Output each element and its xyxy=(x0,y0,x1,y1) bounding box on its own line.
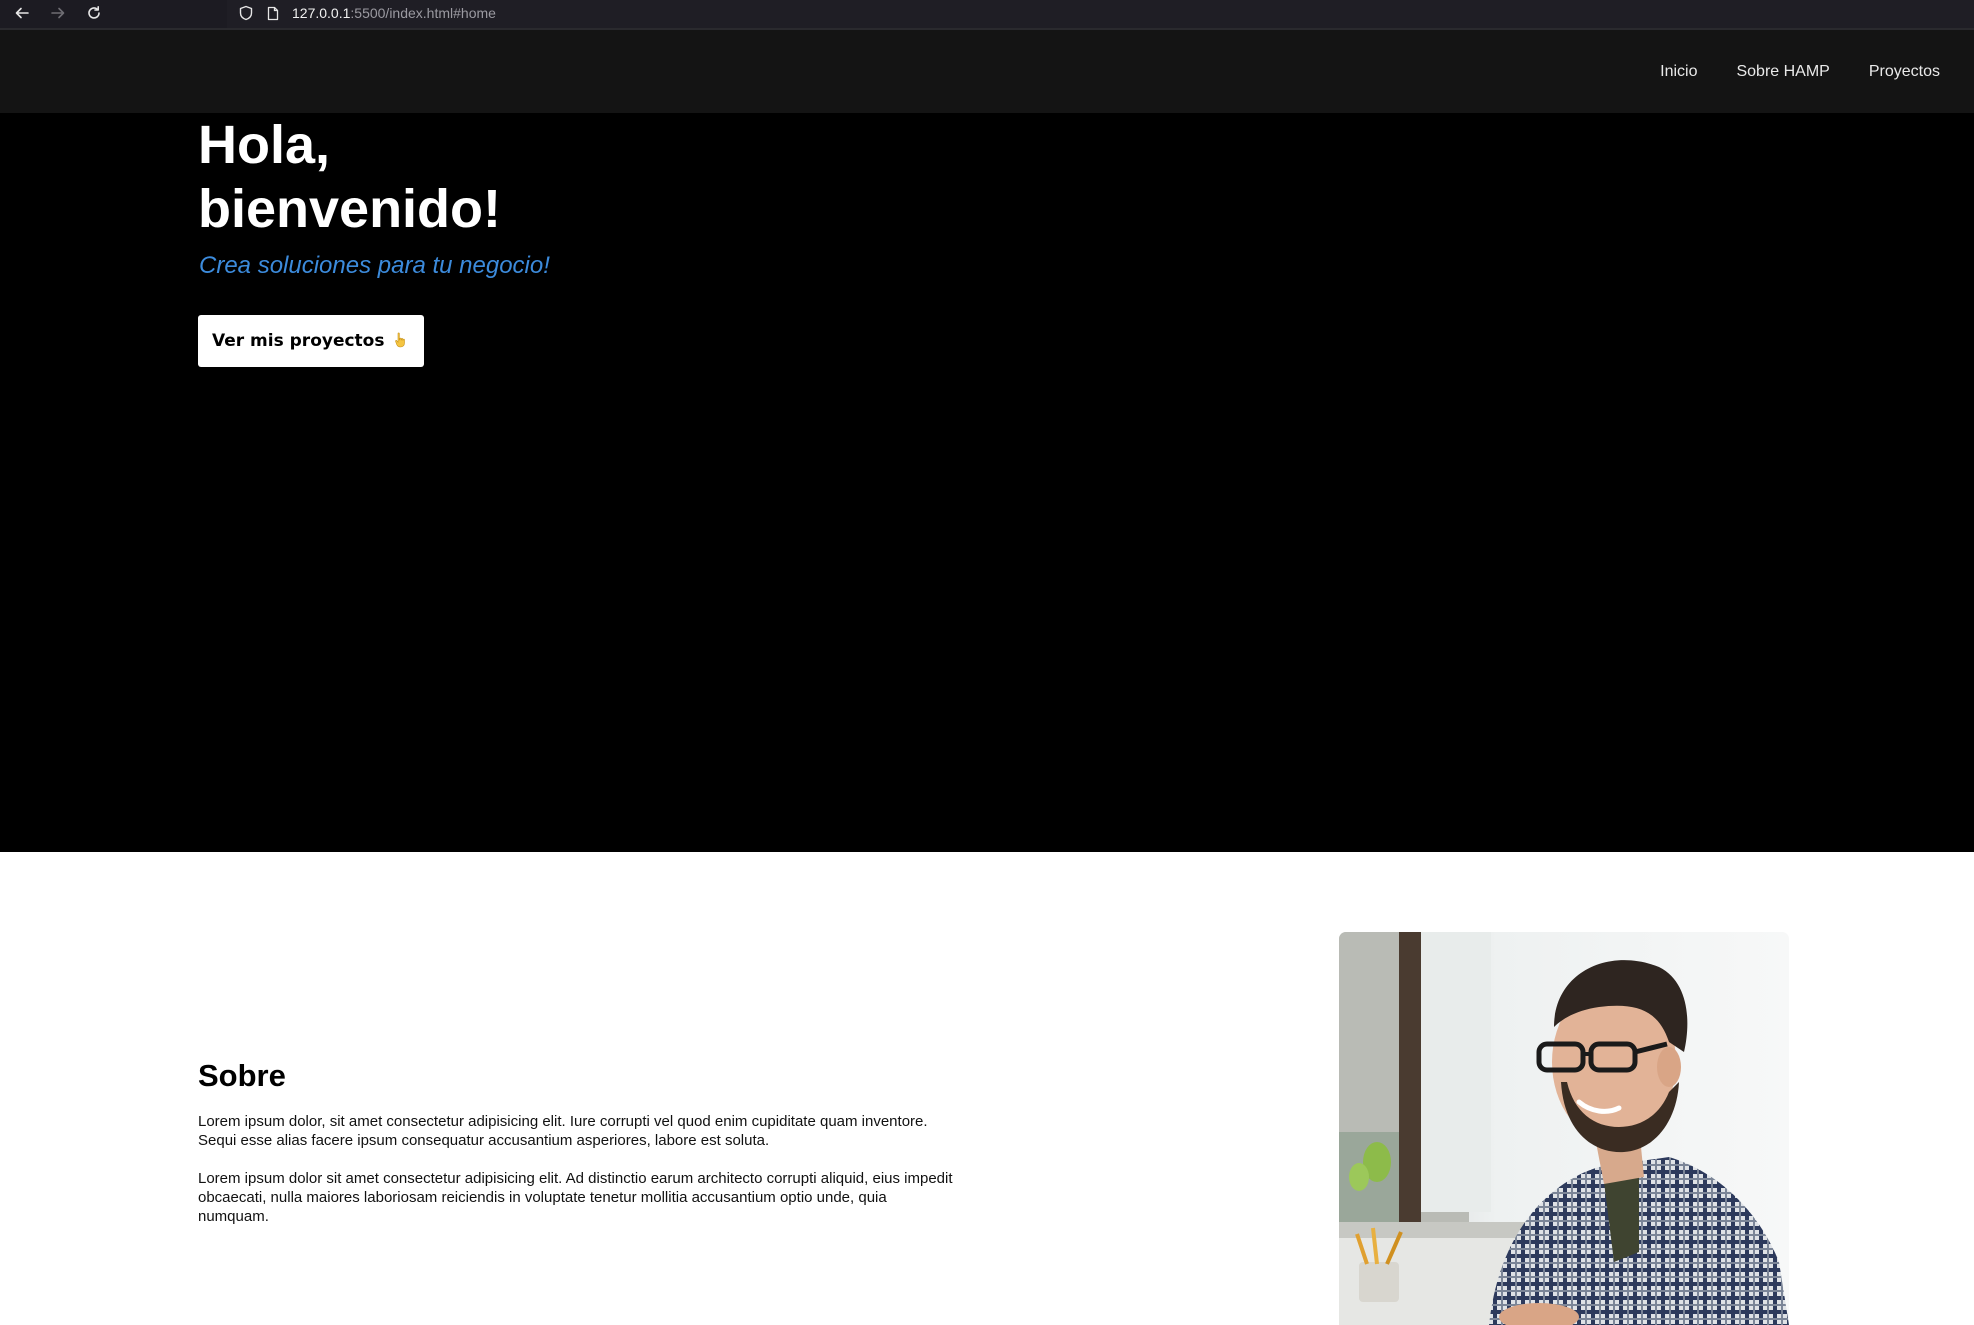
hero-subtitle: Crea soluciones para tu negocio! xyxy=(199,252,550,279)
forward-arrow-icon[interactable] xyxy=(47,2,69,24)
about-paragraph-2: Lorem ipsum dolor sit amet consectetur a… xyxy=(198,1170,953,1225)
about-title: Sobre xyxy=(198,1058,286,1093)
url-text[interactable]: 127.0.0.1:5500/index.html#home xyxy=(292,5,496,21)
hero-title: Hola, bienvenido! xyxy=(198,113,501,241)
view-projects-label: Ver mis proyectos xyxy=(212,331,385,351)
about-paragraph-1: Lorem ipsum dolor, sit amet consectetur … xyxy=(198,1113,928,1149)
main-nav: Inicio Sobre HAMP Proyectos xyxy=(1621,30,1940,113)
browser-nav-area xyxy=(0,0,227,28)
hero-title-line2: bienvenido! xyxy=(198,179,502,239)
view-projects-button[interactable]: Ver mis proyectos xyxy=(198,315,425,367)
nav-link-proyectos[interactable]: Proyectos xyxy=(1869,63,1940,81)
reload-icon[interactable] xyxy=(83,2,105,24)
nav-link-inicio[interactable]: Inicio xyxy=(1660,63,1697,81)
hero-section: Hola, bienvenido! Crea soluciones para t… xyxy=(0,113,1974,852)
profile-photo xyxy=(1339,932,1789,1325)
hero-title-line1: Hola, xyxy=(198,115,331,175)
url-host: 127.0.0.1 xyxy=(292,5,351,21)
page-icon xyxy=(264,4,282,22)
shield-icon[interactable] xyxy=(237,4,255,22)
url-path: :5500/index.html#home xyxy=(350,5,496,21)
back-arrow-icon[interactable] xyxy=(11,2,33,24)
browser-toolbar: 127.0.0.1:5500/index.html#home xyxy=(0,0,1974,30)
pointing-down-hand-icon xyxy=(392,331,410,352)
nav-link-sobre-hamp[interactable]: Sobre HAMP xyxy=(1736,63,1829,81)
site-header: Inicio Sobre HAMP Proyectos xyxy=(0,30,1974,113)
